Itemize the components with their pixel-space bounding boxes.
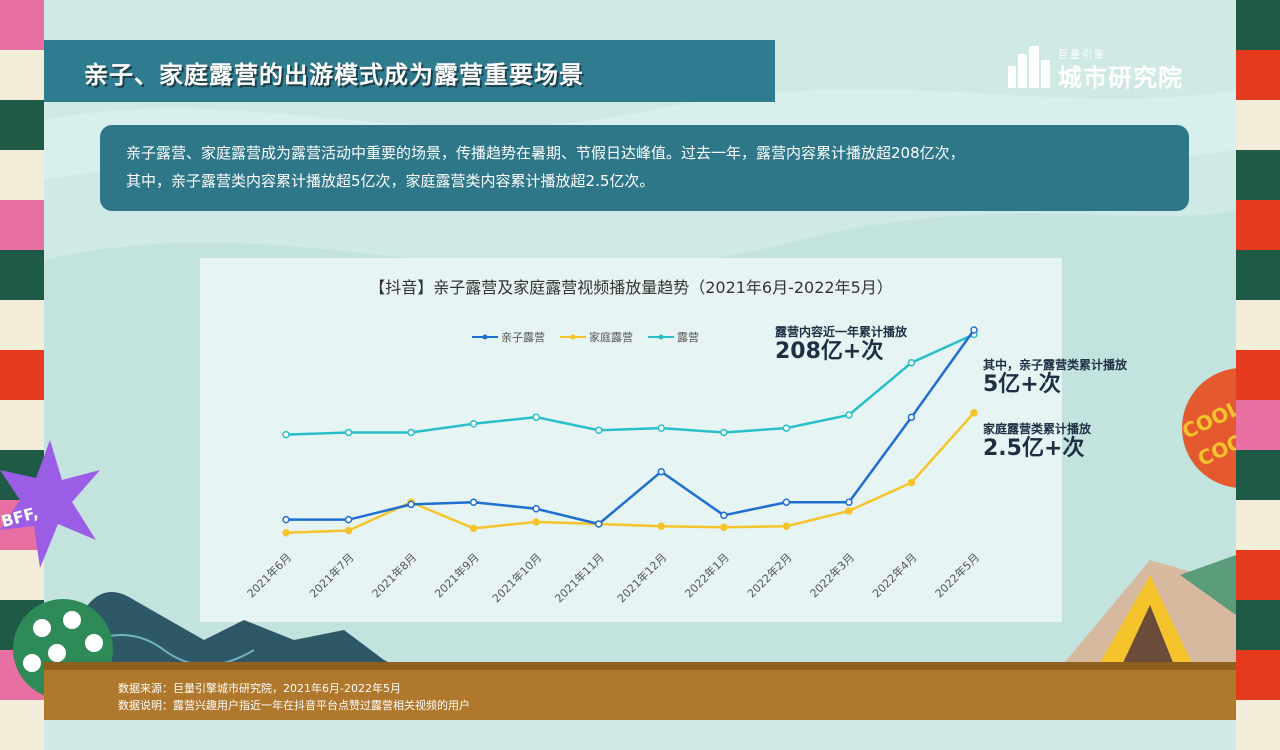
border-block bbox=[1236, 300, 1280, 350]
summary-box: 亲子露营、家庭露营成为露营活动中重要的场景，传播趋势在暑期、节假日达峰值。过去一… bbox=[100, 125, 1189, 211]
data-point bbox=[845, 498, 853, 506]
data-point bbox=[720, 523, 728, 532]
border-block bbox=[0, 50, 44, 100]
data-point bbox=[720, 511, 728, 520]
data-point bbox=[845, 411, 853, 419]
parent-annotation: 其中，亲子露营类累计播放 5亿+次 bbox=[983, 356, 1127, 397]
border-block bbox=[1236, 150, 1280, 200]
x-tick-label: 2022年4月 bbox=[869, 550, 919, 600]
x-tick-label: 2022年1月 bbox=[682, 550, 732, 600]
summary-line-1: 亲子露营、家庭露营成为露营活动中重要的场景，传播趋势在暑期、节假日达峰值。过去一… bbox=[126, 144, 965, 162]
data-point bbox=[469, 419, 478, 428]
family-annotation: 家庭露营类累计播放 2.5亿+次 bbox=[983, 420, 1091, 461]
data-point bbox=[594, 426, 603, 435]
data-point bbox=[344, 526, 353, 535]
legend-label: 露营 bbox=[677, 330, 699, 344]
legend-dot bbox=[658, 334, 664, 340]
border-block bbox=[1236, 450, 1280, 500]
bff-star-sticker: BFF, bbox=[0, 440, 100, 568]
parent-value: 5亿+次 bbox=[983, 372, 1061, 397]
title-bar: 亲子、家庭露营的出游模式成为露营重要场景 bbox=[44, 40, 775, 102]
data-point bbox=[344, 428, 353, 437]
border-block bbox=[1236, 100, 1280, 150]
x-tick-label: 2022年5月 bbox=[932, 550, 982, 600]
data-point bbox=[407, 500, 415, 509]
footer-notes: 数据来源：巨量引擎城市研究院，2021年6月-2022年5月 数据说明：露营兴趣… bbox=[118, 680, 470, 714]
x-tick-label: 2021年9月 bbox=[432, 550, 482, 600]
border-block bbox=[1236, 350, 1280, 400]
total-value: 208亿+次 bbox=[775, 339, 884, 364]
border-block bbox=[1236, 600, 1280, 650]
border-block bbox=[1236, 0, 1280, 50]
legend-dot bbox=[482, 334, 488, 340]
x-tick-label: 2021年12月 bbox=[614, 550, 669, 605]
data-point bbox=[782, 424, 791, 432]
ground-edge bbox=[44, 662, 1236, 670]
brand-logo: 巨量引擎 城市研究院 bbox=[1006, 44, 1206, 92]
legend-label: 亲子露营 bbox=[501, 330, 545, 344]
data-point bbox=[907, 358, 916, 367]
family-label: 家庭露营类累计播放 bbox=[983, 422, 1092, 436]
logo-big-text: 城市研究院 bbox=[1058, 64, 1183, 92]
data-point bbox=[532, 518, 540, 526]
data-point bbox=[907, 478, 916, 487]
data-point bbox=[970, 409, 978, 417]
data-point bbox=[657, 522, 666, 530]
x-tick-label: 2022年3月 bbox=[807, 550, 857, 600]
footer-note: 数据说明：露营兴趣用户指近一年在抖音平台点赞过露营相关视频的用户 bbox=[118, 699, 470, 712]
data-point bbox=[282, 528, 290, 537]
building-icon bbox=[1008, 46, 1050, 88]
footer-source: 数据来源：巨量引擎城市研究院，2021年6月-2022年5月 bbox=[118, 682, 401, 695]
cool-badge-decoration: COOL COOL bbox=[1180, 368, 1236, 488]
border-block bbox=[0, 300, 44, 350]
data-point bbox=[845, 507, 853, 515]
data-point bbox=[907, 413, 916, 421]
x-tick-label: 2022年2月 bbox=[744, 550, 794, 600]
data-point bbox=[782, 498, 791, 506]
data-point bbox=[970, 326, 978, 334]
data-point bbox=[282, 430, 290, 439]
legend-dot bbox=[570, 334, 576, 340]
data-point bbox=[782, 522, 791, 530]
legend-label: 家庭露营 bbox=[589, 330, 633, 344]
data-point bbox=[657, 467, 666, 476]
total-label: 露营内容近一年累计播放 bbox=[775, 325, 908, 339]
border-block bbox=[1236, 50, 1280, 100]
border-block bbox=[1236, 250, 1280, 300]
family-value: 2.5亿+次 bbox=[983, 436, 1085, 461]
page-title: 亲子、家庭露营的出游模式成为露营重要场景 bbox=[84, 61, 584, 89]
border-block bbox=[0, 100, 44, 150]
data-point bbox=[594, 520, 603, 528]
parent-label: 其中，亲子露营类累计播放 bbox=[983, 358, 1128, 372]
total-annotation: 露营内容近一年累计播放 208亿+次 bbox=[775, 323, 907, 364]
border-block bbox=[1236, 200, 1280, 250]
border-block bbox=[0, 150, 44, 200]
data-point bbox=[469, 524, 478, 533]
data-point bbox=[469, 498, 478, 506]
data-point bbox=[282, 515, 290, 524]
border-block bbox=[1236, 500, 1280, 550]
border-block bbox=[1236, 550, 1280, 600]
line-chart: 2021年6月 2021年7月 2021年8月 2021年9月 2021年10月 2021… bbox=[244, 326, 982, 605]
x-tick-label: 2021年11月 bbox=[552, 550, 607, 605]
border-block bbox=[1236, 700, 1280, 750]
data-point bbox=[344, 515, 353, 524]
data-point bbox=[532, 413, 540, 421]
data-point bbox=[657, 424, 666, 432]
summary-line-2: 其中，亲子露营类内容累计播放超5亿次，家庭露营类内容累计播放超2.5亿次。 bbox=[126, 172, 655, 190]
border-block bbox=[1236, 400, 1280, 450]
border-block bbox=[0, 700, 44, 750]
border-block bbox=[0, 0, 44, 50]
border-block bbox=[1236, 650, 1280, 700]
right-checkered-border bbox=[1236, 0, 1280, 750]
x-tick-label: 2021年10月 bbox=[489, 550, 544, 605]
border-block bbox=[0, 250, 44, 300]
border-block bbox=[0, 200, 44, 250]
data-point bbox=[720, 428, 728, 437]
chart-panel: 【抖音】亲子露营及家庭露营视频播放量趋势（2021年6月-2022年5月） 20… bbox=[200, 258, 1062, 622]
data-point bbox=[407, 428, 415, 437]
border-block bbox=[0, 350, 44, 400]
data-point bbox=[532, 505, 540, 513]
